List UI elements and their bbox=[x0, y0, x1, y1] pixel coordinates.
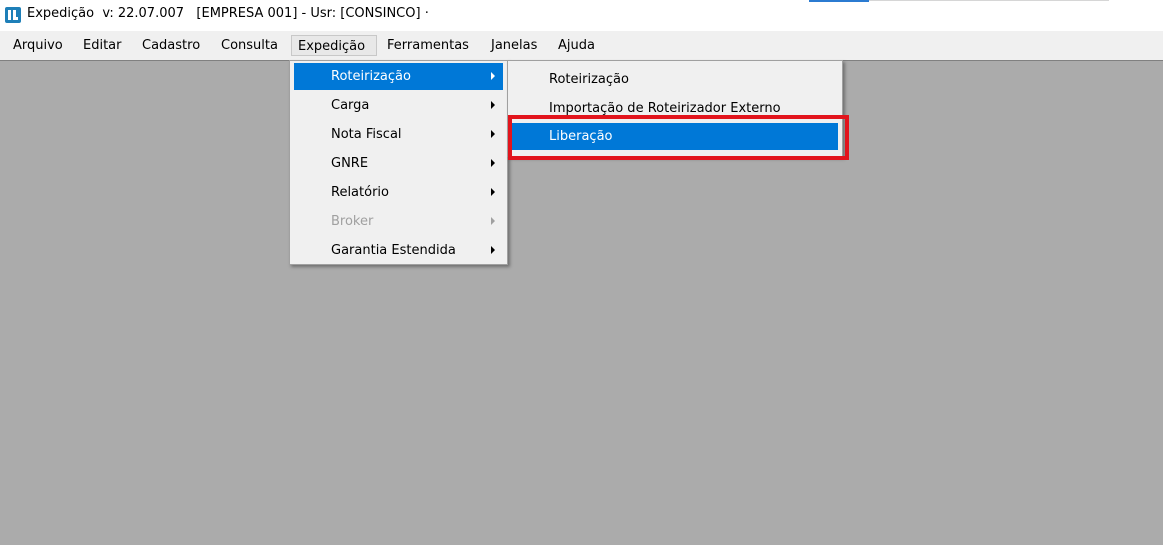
menu-ajuda[interactable]: Ajuda bbox=[552, 35, 601, 56]
title-bar: Expedição v: 22.07.007 [EMPRESA 001] - U… bbox=[0, 0, 1163, 31]
menu-bar: Arquivo Editar Cadastro Consulta Expediç… bbox=[0, 31, 1163, 60]
chevron-right-icon bbox=[491, 101, 495, 109]
window-title: Expedição v: 22.07.007 [EMPRESA 001] - U… bbox=[27, 6, 429, 21]
submenu-item-roteirizacao[interactable]: Roteirização bbox=[512, 66, 838, 93]
menu-ferramentas[interactable]: Ferramentas bbox=[381, 35, 475, 56]
menu-item-relatorio[interactable]: Relatório bbox=[294, 179, 503, 206]
menu-item-garantia-estendida[interactable]: Garantia Estendida bbox=[294, 237, 503, 264]
menu-item-label: Nota Fiscal bbox=[331, 127, 402, 142]
chevron-right-icon bbox=[491, 72, 495, 80]
chevron-right-icon bbox=[491, 188, 495, 196]
menu-consulta[interactable]: Consulta bbox=[215, 35, 284, 56]
menu-item-label: Broker bbox=[331, 214, 374, 229]
chevron-right-icon bbox=[491, 246, 495, 254]
expedicao-dropdown-menu: Roteirização Carga Nota Fiscal GNRE Rela… bbox=[289, 60, 508, 265]
chevron-right-icon bbox=[491, 130, 495, 138]
menu-editar[interactable]: Editar bbox=[77, 35, 128, 56]
menu-arquivo[interactable]: Arquivo bbox=[7, 35, 69, 56]
menu-item-label: GNRE bbox=[331, 156, 369, 171]
menu-item-carga[interactable]: Carga bbox=[294, 92, 503, 119]
menu-item-label: Relatório bbox=[331, 185, 389, 200]
menu-item-nota-fiscal[interactable]: Nota Fiscal bbox=[294, 121, 503, 148]
title-divider-line bbox=[869, 0, 1109, 1]
menu-item-label: Roteirização bbox=[331, 69, 411, 84]
menu-item-gnre[interactable]: GNRE bbox=[294, 150, 503, 177]
menu-item-label: Garantia Estendida bbox=[331, 243, 456, 258]
chevron-right-icon bbox=[491, 217, 495, 225]
chevron-right-icon bbox=[491, 159, 495, 167]
menu-item-roteirizacao[interactable]: Roteirização bbox=[294, 63, 503, 90]
menu-item-label: Carga bbox=[331, 98, 370, 113]
menu-expedicao[interactable]: Expedição bbox=[291, 35, 377, 56]
annotation-highlight-box bbox=[508, 115, 849, 160]
menu-item-broker: Broker bbox=[294, 208, 503, 235]
menu-cadastro[interactable]: Cadastro bbox=[136, 35, 206, 56]
menu-janelas[interactable]: Janelas bbox=[485, 35, 543, 56]
app-logo-icon bbox=[5, 7, 21, 23]
title-accent-line bbox=[809, 0, 869, 2]
